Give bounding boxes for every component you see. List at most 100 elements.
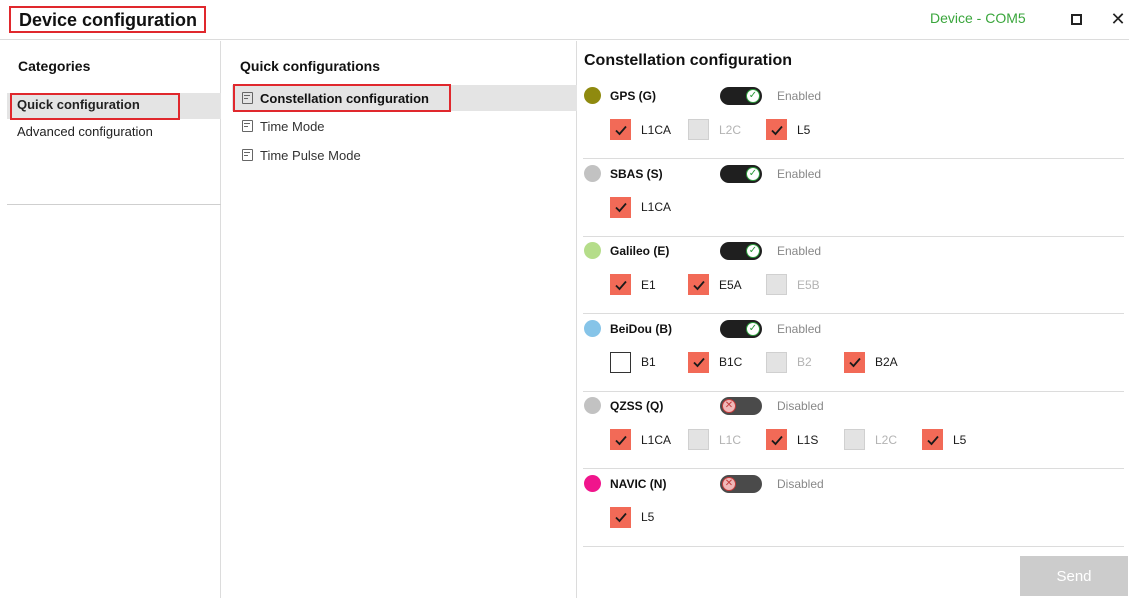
signal-e1[interactable]: E1: [610, 274, 656, 295]
signal-checkbox[interactable]: [766, 429, 787, 450]
signal-l2c: L2C: [844, 429, 897, 450]
signal-label: L1CA: [641, 200, 672, 214]
category-label: Quick configuration: [17, 97, 140, 112]
signal-l1s[interactable]: L1S: [766, 429, 818, 450]
document-icon: [242, 120, 253, 132]
x-icon: ✕: [722, 399, 736, 413]
signal-checkbox[interactable]: [922, 429, 943, 450]
constellation-row-navic-n: NAVIC (N) ✕ Disabled L5: [583, 469, 1124, 547]
signal-b2: B2: [766, 351, 812, 373]
constellation-color-dot: [584, 474, 601, 492]
constellation-color-dot: [584, 319, 601, 337]
maximize-icon: [1070, 13, 1082, 25]
quick-item-label: Time Mode: [260, 118, 325, 134]
enable-toggle[interactable]: ✕: [720, 397, 762, 415]
signal-checkbox[interactable]: [844, 351, 865, 373]
signal-checkbox[interactable]: [610, 119, 631, 140]
signal-checkbox: [766, 274, 787, 295]
categories-panel: Categories Quick configuration Advanced …: [0, 41, 221, 598]
document-icon: [242, 92, 253, 104]
signal-label: L1C: [719, 432, 742, 447]
close-button[interactable]: ✕: [1104, 6, 1129, 32]
signal-checkbox[interactable]: [610, 429, 631, 450]
constellation-color-dot: [584, 87, 601, 104]
signal-checkbox: [844, 429, 865, 450]
signal-label: L5: [953, 432, 967, 447]
category-quick-configuration[interactable]: Quick configuration: [7, 93, 221, 120]
category-advanced-configuration[interactable]: Advanced configuration: [7, 120, 221, 146]
close-icon: ✕: [1110, 8, 1126, 29]
signal-label: L1S: [797, 432, 819, 447]
x-icon: ✕: [722, 476, 736, 491]
check-icon: ✓: [746, 89, 760, 103]
signal-l1c: L1C: [688, 429, 741, 450]
constellation-color-dot: [584, 164, 601, 182]
constellation-name: QZSS (Q): [610, 399, 664, 413]
signal-l1ca[interactable]: L1CA: [610, 119, 671, 140]
signal-label: L1CA: [641, 432, 672, 447]
signal-checkbox[interactable]: [766, 119, 787, 140]
signal-l5[interactable]: L5: [610, 506, 654, 528]
toggle-state-label: Enabled: [777, 321, 822, 336]
signal-checkbox[interactable]: [610, 351, 631, 373]
signal-label: B1C: [719, 355, 743, 369]
signal-checkbox: [688, 119, 709, 140]
signal-checkbox[interactable]: [610, 274, 631, 295]
signal-l1ca[interactable]: L1CA: [610, 429, 671, 450]
signal-label: B1: [641, 355, 656, 369]
constellation-row-sbas-s: SBAS (S) ✓ Enabled L1CA: [583, 159, 1124, 237]
toggle-state-label: Enabled: [777, 89, 822, 103]
divider: [7, 204, 221, 205]
quick-item-time-pulse-mode[interactable]: Time Pulse Mode: [232, 142, 577, 168]
constellation-name: NAVIC (N): [610, 476, 667, 491]
quick-item-constellation-configuration[interactable]: Constellation configuration: [232, 84, 577, 112]
signal-label: L1CA: [641, 122, 672, 137]
signal-l1ca[interactable]: L1CA: [610, 196, 672, 218]
check-icon: ✓: [746, 166, 760, 181]
signal-l2c: L2C: [688, 119, 741, 140]
signal-checkbox[interactable]: [688, 351, 709, 373]
signal-label: B2A: [875, 355, 898, 369]
signal-label: E1: [641, 277, 656, 292]
signal-e5a[interactable]: E5A: [688, 274, 742, 295]
quick-configurations-panel: Quick configurations Constellation confi…: [222, 41, 577, 598]
maximize-button[interactable]: [1062, 6, 1090, 32]
device-name: Device - COM5: [930, 10, 1026, 26]
enable-toggle[interactable]: ✓: [720, 242, 762, 260]
signal-b2a[interactable]: B2A: [844, 351, 898, 373]
signal-label: E5A: [719, 277, 742, 292]
signal-b1[interactable]: B1: [610, 351, 656, 373]
signal-label: L2C: [719, 122, 742, 137]
highlight-box: [233, 84, 451, 112]
constellation-row-gps-g: GPS (G) ✓ Enabled L1CA L2C L5: [583, 81, 1124, 159]
panel-title: Constellation configuration: [584, 52, 792, 69]
quick-configurations-heading: Quick configurations: [240, 58, 381, 74]
constellation-name: SBAS (S): [610, 166, 663, 181]
signal-checkbox[interactable]: [610, 196, 631, 218]
signal-l5[interactable]: L5: [922, 429, 966, 450]
categories-heading: Categories: [18, 58, 91, 74]
signal-e5b: E5B: [766, 274, 820, 295]
quick-item-time-mode[interactable]: Time Mode: [232, 113, 577, 139]
window-title: Device configuration: [9, 6, 207, 33]
signal-label: L2C: [875, 432, 898, 447]
toggle-state-label: Disabled: [777, 399, 824, 413]
signal-label: B2: [797, 355, 812, 369]
signal-b1c[interactable]: B1C: [688, 351, 743, 373]
constellation-row-galileo-e: Galileo (E) ✓ Enabled E1 E5A E5B: [583, 236, 1124, 314]
enable-toggle[interactable]: ✓: [720, 164, 762, 183]
toggle-state-label: Enabled: [777, 244, 822, 258]
signal-checkbox[interactable]: [610, 506, 631, 528]
enable-toggle[interactable]: ✓: [720, 87, 762, 105]
enable-toggle[interactable]: ✓: [720, 319, 762, 338]
constellation-color-dot: [584, 242, 601, 259]
signal-l5[interactable]: L5: [766, 119, 810, 140]
title-bar: Device configuration Device - COM5 ✕: [0, 0, 1129, 40]
document-icon: [242, 149, 253, 161]
signal-checkbox: [766, 351, 787, 373]
signal-checkbox[interactable]: [688, 274, 709, 295]
send-button[interactable]: Send: [1020, 556, 1128, 596]
enable-toggle[interactable]: ✕: [720, 474, 762, 493]
check-icon: ✓: [746, 321, 760, 336]
constellation-row-qzss-q: QZSS (Q) ✕ Disabled L1CA L1C L1S L2C L5: [583, 391, 1124, 469]
